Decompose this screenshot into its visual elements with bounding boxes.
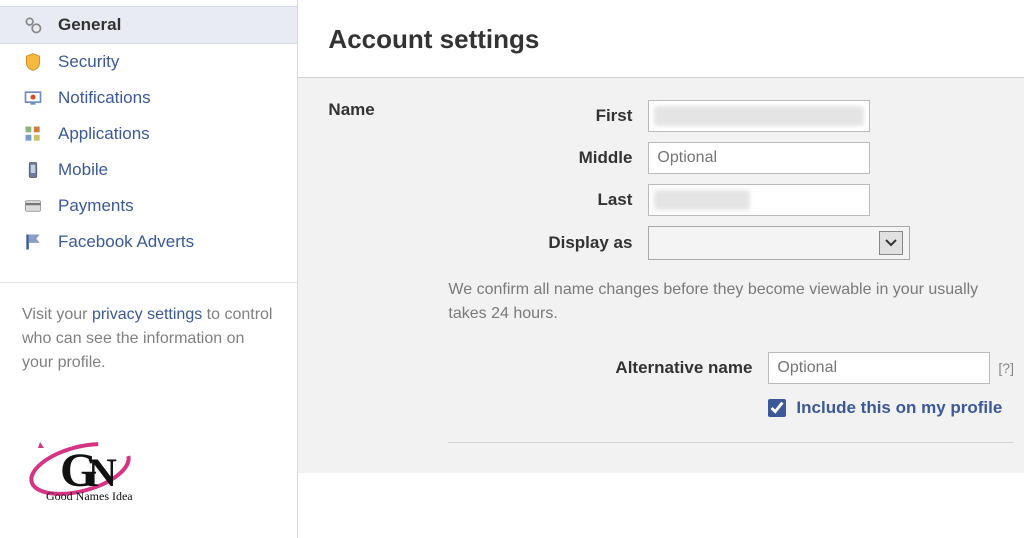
sidebar-item-adverts[interactable]: Facebook Adverts <box>0 224 297 260</box>
sidebar-privacy-note: Visit your privacy settings to control w… <box>0 303 297 375</box>
sidebar-item-general[interactable]: General <box>0 6 297 44</box>
section-divider <box>448 442 1014 443</box>
alternative-name-input[interactable] <box>768 352 990 384</box>
svg-text:Good Names Idea: Good Names Idea <box>46 489 133 503</box>
sidebar-item-applications[interactable]: Applications <box>0 116 297 152</box>
include-profile-row: Include this on my profile <box>448 398 1014 418</box>
first-name-label: First <box>448 106 648 126</box>
include-profile-checkbox[interactable] <box>768 399 786 417</box>
alternative-name-row: Alternative name [?] <box>448 352 1014 384</box>
sidebar-item-label: Security <box>58 52 119 72</box>
note-prefix: Visit your <box>22 306 92 323</box>
gear-icon <box>22 14 44 36</box>
sidebar-item-label: Notifications <box>58 88 151 108</box>
sidebar: General Security Notifications Applicati… <box>0 0 298 538</box>
redacted-value <box>654 106 864 126</box>
shield-icon <box>22 51 44 73</box>
apps-icon <box>22 123 44 145</box>
watermark-logo: G N Good Names Idea <box>10 424 190 528</box>
alternative-name-label: Alternative name <box>448 358 768 378</box>
sidebar-item-label: Mobile <box>58 160 108 180</box>
flag-icon <box>22 231 44 253</box>
help-icon[interactable]: [?] <box>998 360 1014 376</box>
main-content: Account settings Name First Middle Last <box>298 0 1024 538</box>
sidebar-item-notifications[interactable]: Notifications <box>0 80 297 116</box>
display-as-select[interactable] <box>648 226 910 260</box>
middle-name-row: Middle <box>448 142 1014 174</box>
sidebar-item-label: Facebook Adverts <box>58 232 194 252</box>
privacy-settings-link[interactable]: privacy settings <box>92 306 202 323</box>
sidebar-list: General Security Notifications Applicati… <box>0 6 297 283</box>
sidebar-item-security[interactable]: Security <box>0 44 297 80</box>
sidebar-item-payments[interactable]: Payments <box>0 188 297 224</box>
last-name-row: Last <box>448 184 1014 216</box>
card-icon <box>22 195 44 217</box>
sidebar-item-label: General <box>58 15 121 35</box>
display-as-row: Display as <box>448 226 1014 260</box>
monitor-icon <box>22 87 44 109</box>
middle-name-input[interactable] <box>648 142 870 174</box>
sidebar-item-label: Applications <box>58 124 150 144</box>
name-section: Name First Middle Last <box>298 77 1024 473</box>
sidebar-item-mobile[interactable]: Mobile <box>0 152 297 188</box>
redacted-value <box>654 190 750 210</box>
sidebar-item-label: Payments <box>58 196 134 216</box>
chevron-down-icon <box>879 231 903 255</box>
first-name-row: First <box>448 100 1014 132</box>
display-as-label: Display as <box>448 233 648 253</box>
middle-name-label: Middle <box>448 148 648 168</box>
name-change-note: We confirm all name changes before they … <box>448 270 1014 352</box>
include-profile-label: Include this on my profile <box>796 398 1002 418</box>
page-title: Account settings <box>298 0 1024 77</box>
last-name-label: Last <box>448 190 648 210</box>
section-label-name: Name <box>328 100 448 120</box>
name-form: First Middle Last Display as <box>448 100 1014 443</box>
mobile-icon <box>22 159 44 181</box>
